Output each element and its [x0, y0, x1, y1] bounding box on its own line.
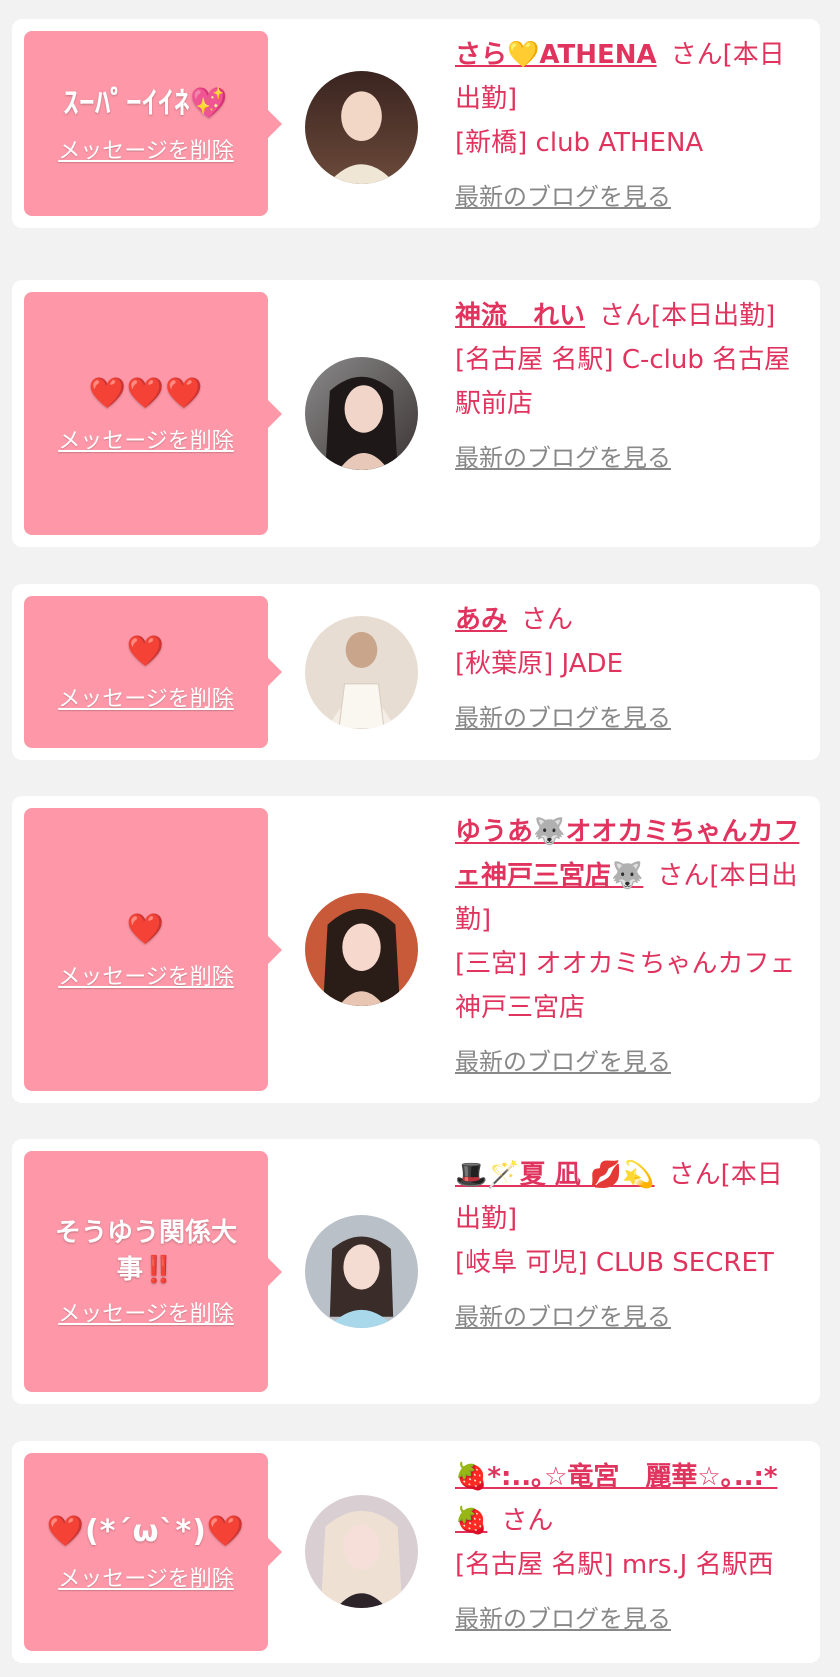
avatar[interactable]	[305, 71, 418, 184]
shop-info: [名古屋 名駅] mrs.J 名駅西	[455, 1550, 774, 1580]
attendance-status: [本日出勤]	[651, 301, 776, 331]
message-card: ｽｰﾊﾟｰｲｲﾈ💖 メッセージを削除 さら💛ATHENA さん[本日出勤] [新橋…	[12, 19, 820, 228]
honorific: さん	[599, 301, 652, 331]
avatar[interactable]	[305, 1215, 418, 1328]
message-box: そうゆう関係大事‼️ メッセージを削除	[24, 1151, 282, 1392]
girl-info: ゆうあ🐺オオカミちゃんカフェ神戸三宮店🐺 さん[本日出勤] [三宮] オオカミちゃ…	[455, 810, 806, 1084]
shop-info: [名古屋 名駅] C-club 名古屋駅前店	[455, 345, 791, 419]
latest-blog-link[interactable]: 最新のブログを見る	[455, 175, 806, 219]
message-text: ❤️	[126, 911, 166, 947]
message-text: ❤️❤️❤️	[88, 375, 204, 411]
shop-info: [三宮] オオカミちゃんカフェ神戸三宮店	[455, 949, 796, 1023]
girl-info: あみ さん [秋葉原] JADE 最新のブログを見る	[455, 598, 806, 740]
latest-blog-link[interactable]: 最新のブログを見る	[455, 1295, 806, 1339]
latest-blog-link[interactable]: 最新のブログを見る	[455, 696, 806, 740]
delete-message-link[interactable]: メッセージを削除	[58, 681, 234, 713]
message-box: ❤️❤️❤️ メッセージを削除	[24, 292, 282, 535]
message-card: そうゆう関係大事‼️ メッセージを削除 🎩🪄夏 凪 💋💫 さん[本日出勤] [岐阜…	[12, 1139, 820, 1404]
latest-blog-link[interactable]: 最新のブログを見る	[455, 1597, 806, 1641]
honorific: さん	[521, 605, 574, 635]
avatar[interactable]	[305, 357, 418, 470]
avatar[interactable]	[305, 1495, 418, 1608]
message-box: ❤️ メッセージを削除	[24, 808, 282, 1091]
girl-info: 🎩🪄夏 凪 💋💫 さん[本日出勤] [岐阜 可児] CLUB SECRET 最新の…	[455, 1153, 806, 1339]
girl-info: 神流 れい さん[本日出勤] [名古屋 名駅] C-club 名古屋駅前店 最新の…	[455, 294, 806, 480]
honorific: さん	[501, 1506, 554, 1536]
message-card: ❤️❤️❤️ メッセージを削除 神流 れい さん[本日出勤] [名古屋 名駅] C…	[12, 280, 820, 547]
honorific: さん	[670, 40, 723, 70]
delete-message-link[interactable]: メッセージを削除	[58, 423, 234, 455]
honorific: さん	[657, 861, 710, 891]
message-box: ❤️ メッセージを削除	[24, 596, 282, 748]
message-card: ❤️(*´ω`*)❤️ メッセージを削除 🍓*:..｡☆竜宮 麗華☆｡..:*🍓…	[12, 1441, 820, 1663]
latest-blog-link[interactable]: 最新のブログを見る	[455, 1040, 806, 1084]
girl-name-link[interactable]: 神流 れい	[455, 301, 585, 331]
message-text: ｽｰﾊﾟｰｲｲﾈ💖	[63, 85, 229, 121]
delete-message-link[interactable]: メッセージを削除	[58, 1296, 234, 1328]
girl-name-link[interactable]: 🎩🪄夏 凪 💋💫	[455, 1160, 655, 1190]
delete-message-link[interactable]: メッセージを削除	[58, 133, 234, 165]
latest-blog-link[interactable]: 最新のブログを見る	[455, 436, 806, 480]
girl-name-link[interactable]: あみ	[455, 605, 507, 635]
message-box: ｽｰﾊﾟｰｲｲﾈ💖 メッセージを削除	[24, 31, 282, 216]
message-card: ❤️ メッセージを削除 あみ さん [秋葉原] JADE 最新のブログを見る	[12, 584, 820, 760]
message-box: ❤️(*´ω`*)❤️ メッセージを削除	[24, 1453, 282, 1651]
avatar[interactable]	[305, 893, 418, 1006]
delete-message-link[interactable]: メッセージを削除	[58, 1561, 234, 1593]
message-card: ❤️ メッセージを削除 ゆうあ🐺オオカミちゃんカフェ神戸三宮店🐺 さん[本日出勤]…	[12, 796, 820, 1103]
shop-info: [岐阜 可児] CLUB SECRET	[455, 1248, 774, 1278]
delete-message-link[interactable]: メッセージを削除	[58, 959, 234, 991]
girl-name-link[interactable]: さら💛ATHENA	[455, 40, 657, 70]
honorific: さん	[668, 1160, 721, 1190]
shop-info: [秋葉原] JADE	[455, 649, 623, 679]
message-text: そうゆう関係大事‼️	[54, 1218, 237, 1285]
shop-info: [新橋] club ATHENA	[455, 128, 704, 158]
message-text: ❤️(*´ω`*)❤️	[46, 1514, 246, 1549]
girl-info: さら💛ATHENA さん[本日出勤] [新橋] club ATHENA 最新のブロ…	[455, 33, 806, 219]
avatar[interactable]	[305, 616, 418, 729]
message-text: ❤️	[126, 634, 166, 669]
girl-info: 🍓*:..｡☆竜宮 麗華☆｡..:*🍓 さん [名古屋 名駅] mrs.J 名駅西…	[455, 1455, 806, 1641]
